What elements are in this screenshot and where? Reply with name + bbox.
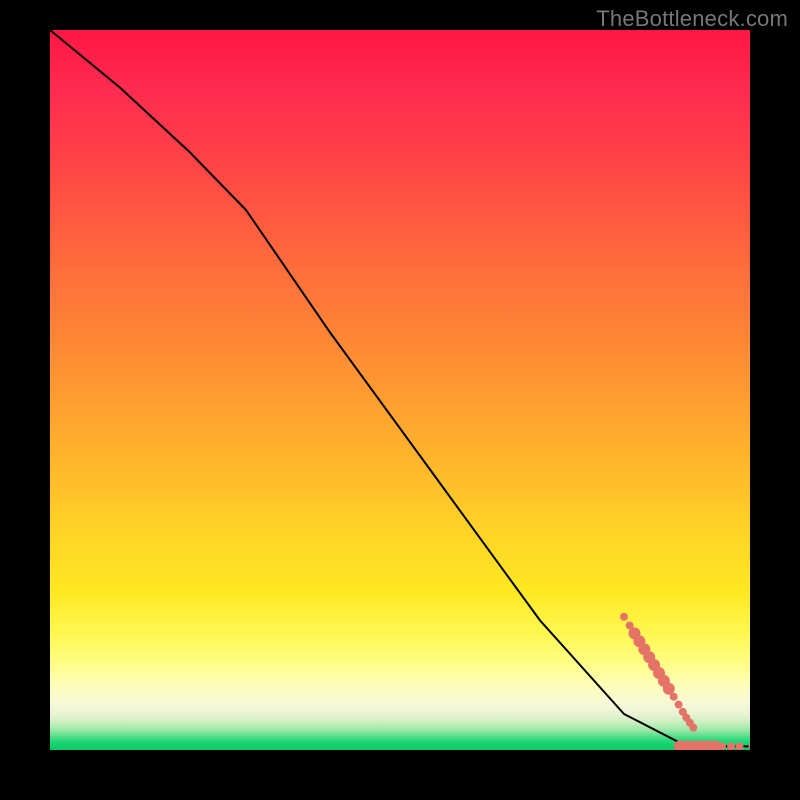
- plot-area: [50, 30, 750, 750]
- watermark-text: TheBottleneck.com: [596, 6, 788, 32]
- data-point: [689, 724, 697, 732]
- chart-svg: [50, 30, 750, 750]
- data-point: [675, 701, 683, 709]
- data-point: [736, 742, 744, 750]
- chart-frame: TheBottleneck.com: [0, 0, 800, 800]
- curve-line: [50, 30, 750, 746]
- data-point: [749, 741, 751, 750]
- data-point: [620, 613, 628, 621]
- data-point: [670, 693, 678, 701]
- data-point: [727, 742, 735, 750]
- plot-outer: [50, 30, 750, 750]
